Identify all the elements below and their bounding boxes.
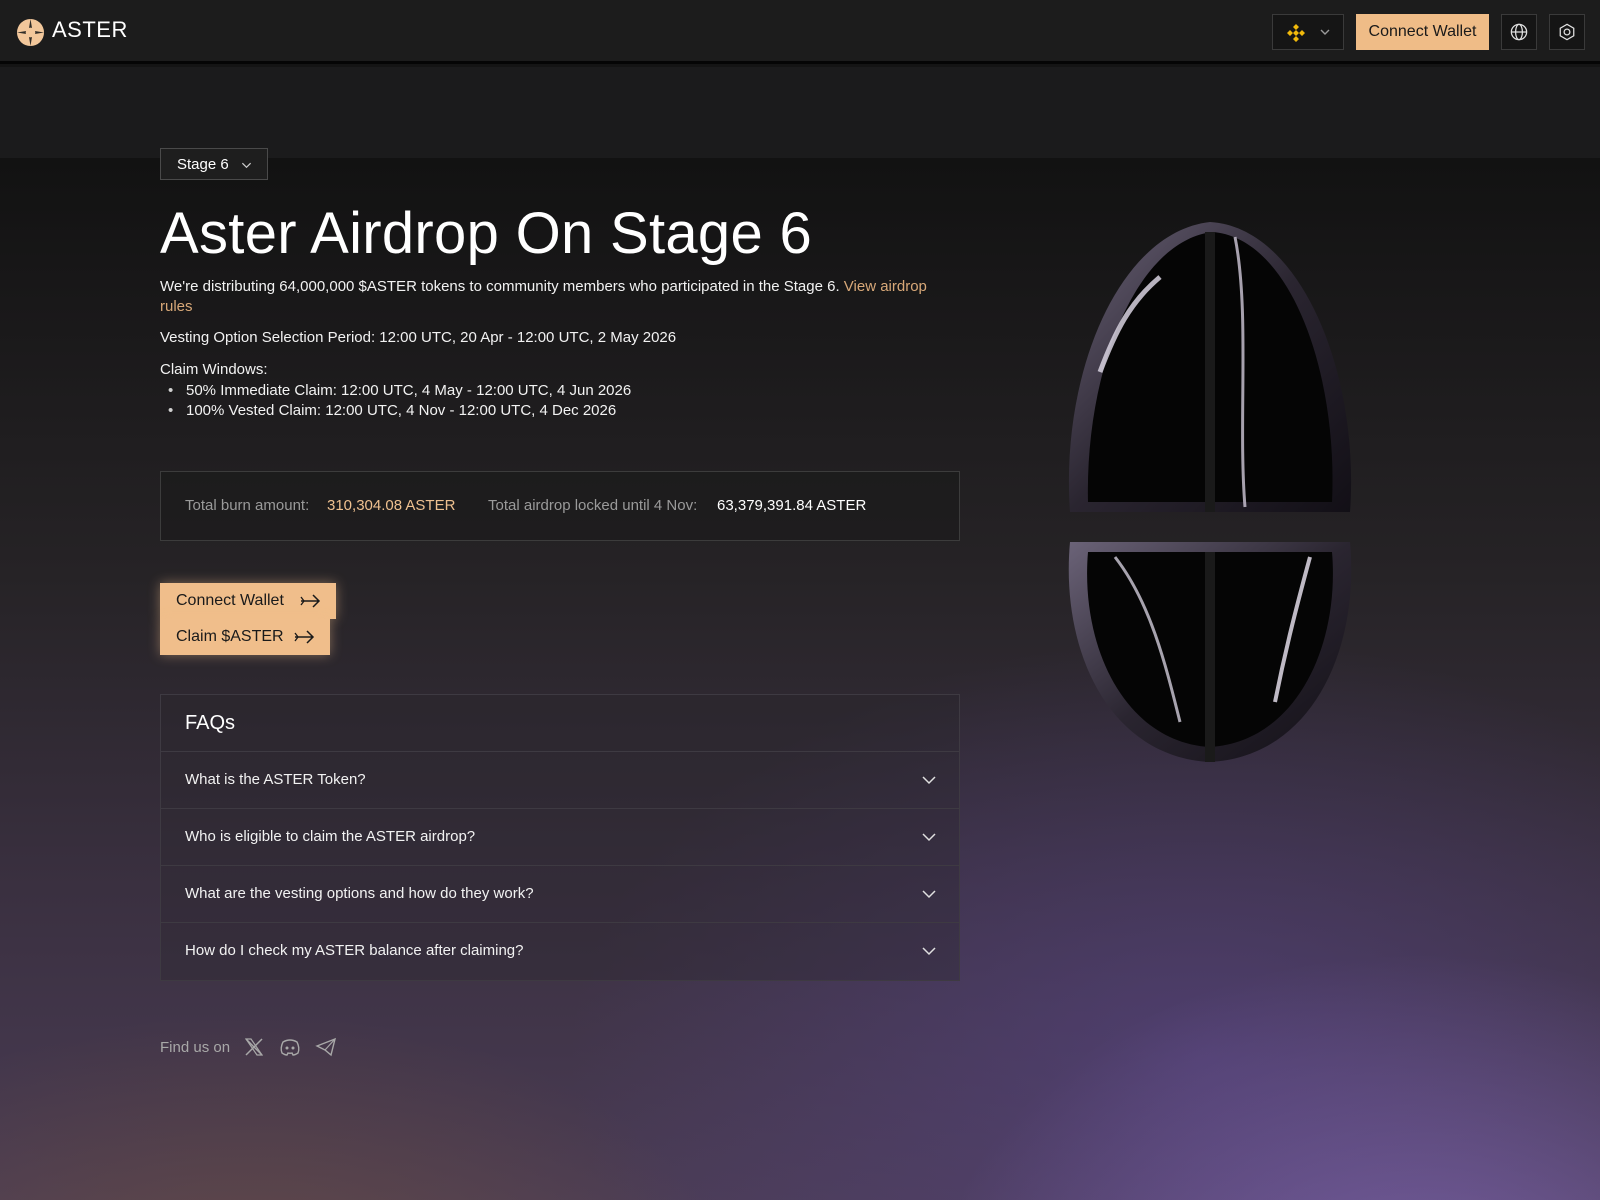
globe-icon: [1510, 23, 1528, 41]
intro-text: We're distributing 64,000,000 $ASTER tok…: [160, 277, 940, 317]
intro-body: We're distributing 64,000,000 $ASTER tok…: [160, 278, 844, 295]
burn-amount-value: 310,304.08 ASTER: [327, 497, 456, 514]
aster-logo-icon[interactable]: [16, 18, 45, 47]
settings-hexagon-icon: [1559, 23, 1575, 41]
arrow-right-icon: [300, 594, 321, 608]
settings-button[interactable]: [1549, 14, 1585, 50]
faq-question: How do I check my ASTER balance after cl…: [185, 942, 524, 959]
faq-item[interactable]: What is the ASTER Token?: [161, 752, 959, 809]
claim-window-vested: 100% Vested Claim: 12:00 UTC, 4 Nov - 12…: [186, 402, 617, 419]
claim-aster-label: Claim $ASTER: [176, 628, 284, 645]
faq-question: What is the ASTER Token?: [185, 771, 366, 788]
page-title: Aster Airdrop On Stage 6: [160, 201, 812, 266]
stage-selector-value: Stage 6: [177, 156, 229, 173]
faq-header: FAQs: [161, 695, 959, 752]
stage-selector[interactable]: Stage 6: [160, 148, 268, 180]
chevron-down-icon: [922, 947, 936, 956]
faq-item[interactable]: Who is eligible to claim the ASTER airdr…: [161, 809, 959, 866]
top-band: [0, 67, 1600, 158]
claim-aster-button[interactable]: Claim $ASTER: [160, 619, 330, 655]
claim-window-immediate: 50% Immediate Claim: 12:00 UTC, 4 May - …: [186, 382, 632, 399]
list-item: • 100% Vested Claim: 12:00 UTC, 4 Nov - 1…: [168, 402, 617, 419]
arrow-right-icon: [294, 630, 315, 644]
discord-icon[interactable]: [279, 1036, 301, 1058]
list-item: • 50% Immediate Claim: 12:00 UTC, 4 May -…: [168, 382, 632, 399]
airdrop-stats-panel: Total burn amount: 310,304.08 ASTER Tota…: [160, 471, 960, 541]
claim-windows-list: • 50% Immediate Claim: 12:00 UTC, 4 May -…: [168, 381, 631, 421]
header-connect-wallet-button[interactable]: Connect Wallet: [1356, 14, 1489, 50]
top-header: ASTER Connect Wallet: [0, 0, 1600, 64]
vesting-period-text: Vesting Option Selection Period: 12:00 U…: [160, 329, 677, 346]
faq-title: FAQs: [185, 712, 236, 734]
locked-amount-label: Total airdrop locked until 4 Nov:: [488, 497, 698, 514]
telegram-icon[interactable]: [315, 1036, 337, 1058]
faq-question: Who is eligible to claim the ASTER airdr…: [185, 828, 476, 845]
connect-wallet-button[interactable]: Connect Wallet: [160, 583, 336, 619]
chevron-down-icon: [922, 833, 936, 842]
burn-amount-label: Total burn amount:: [185, 497, 310, 514]
chevron-down-icon: [1320, 29, 1330, 35]
connect-wallet-label: Connect Wallet: [176, 592, 284, 609]
chevron-down-icon: [922, 890, 936, 899]
x-icon[interactable]: [243, 1036, 265, 1058]
faq-panel: FAQs What is the ASTER Token? Who is eli…: [160, 694, 960, 981]
language-button[interactable]: [1501, 14, 1537, 50]
chevron-down-icon: [241, 162, 252, 169]
faq-item[interactable]: What are the vesting options and how do …: [161, 866, 959, 923]
faq-question: What are the vesting options and how do …: [185, 885, 534, 902]
bnb-chain-icon: [1287, 24, 1305, 42]
chevron-down-icon: [922, 776, 936, 785]
find-us-label: Find us on: [160, 1039, 231, 1056]
claim-windows-title: Claim Windows:: [160, 361, 268, 378]
aster-3d-logo-illustration: [1068, 222, 1352, 762]
chain-selector[interactable]: [1272, 14, 1344, 50]
locked-amount-value: 63,379,391.84 ASTER: [717, 497, 867, 514]
brand-name[interactable]: ASTER: [52, 17, 128, 43]
faq-item[interactable]: How do I check my ASTER balance after cl…: [161, 923, 959, 980]
